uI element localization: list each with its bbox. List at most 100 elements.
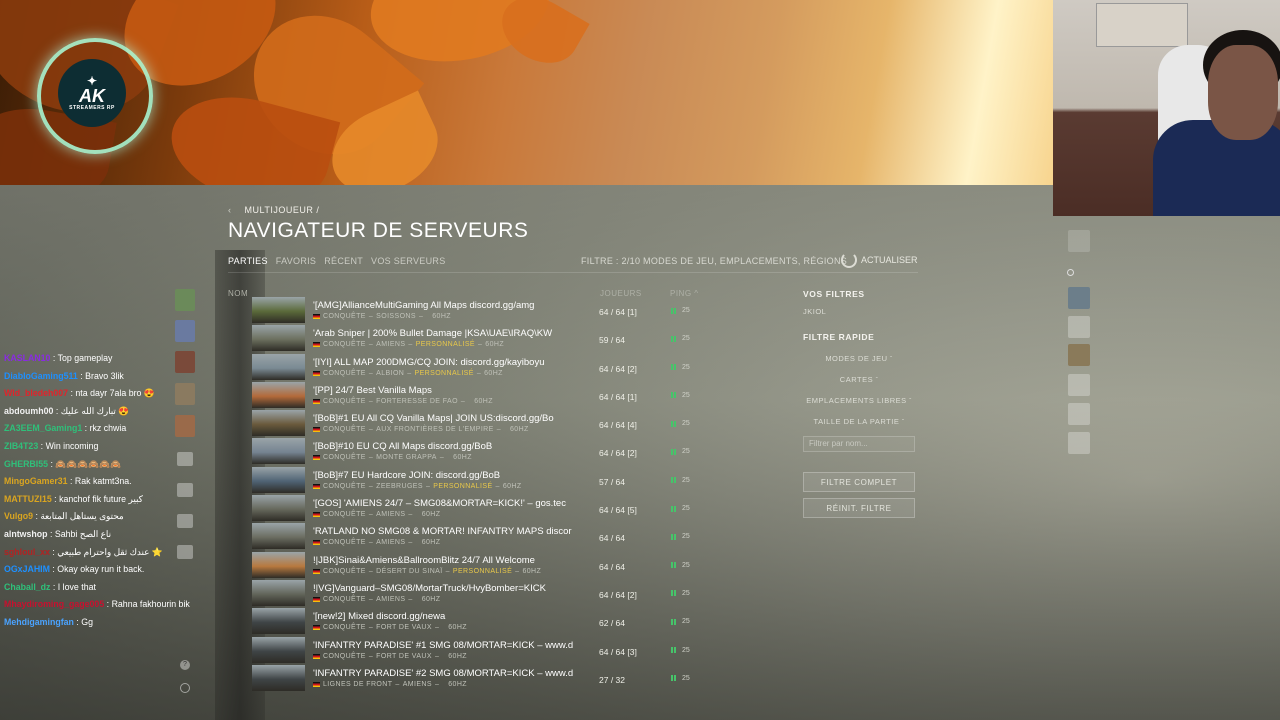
server-row[interactable]: !|JBK]Sinai&Amiens&BallroomBlitz 24/7 Al… <box>252 551 712 580</box>
meta-sep: – <box>368 454 374 462</box>
chat-username[interactable]: MingoGamer31 <box>4 476 68 486</box>
server-row[interactable]: '[BoB]#7 EU Hardcore JOIN: discord.gg/Bo… <box>252 466 712 495</box>
server-players: 64 / 64 <box>599 561 625 572</box>
meta-sep-custom: – <box>495 482 500 490</box>
server-mode: CONQUÊTE <box>323 426 366 434</box>
filter-summary[interactable]: FILTRE : 2/10 MODES DE JEU, EMPLACEMENTS… <box>581 256 847 266</box>
reset-filter-button[interactable]: RÉINIT. FILTRE <box>803 498 915 518</box>
avatar-placeholder-icon[interactable] <box>1068 374 1090 396</box>
power-icon[interactable] <box>180 683 190 693</box>
server-name: 'INFANTRY PARADISE' #2 SMG 08/MORTAR=KIC… <box>313 667 574 679</box>
chat-username[interactable]: Mehdigamingfan <box>4 617 74 627</box>
filter-by-name-input[interactable]: Filtrer par nom... <box>803 436 915 452</box>
server-mode: LIGNES DE FRONT <box>323 680 393 688</box>
server-row[interactable]: 'INFANTRY PARADISE' #2 SMG 08/MORTAR=KIC… <box>252 664 712 693</box>
server-row[interactable]: 'RATLAND NO SMG08 & MORTAR! INFANTRY MAP… <box>252 523 712 551</box>
server-row[interactable]: '[PP] 24/7 Best Vanilla Maps CONQUÊTE – … <box>252 381 712 410</box>
chat-username[interactable]: MATTUZI15 <box>4 494 52 504</box>
chat-message: GHERBI55 : 🙈🙈🙈🙈🙈🙈 <box>4 456 214 474</box>
friend-avatar[interactable] <box>175 320 195 342</box>
avatar-placeholder-icon[interactable] <box>1068 432 1090 454</box>
chat-username[interactable]: OGxJAHIM <box>4 564 50 574</box>
chat-username[interactable]: abdoumh00 <box>4 406 53 416</box>
your-filter-value[interactable]: JKIOL <box>803 307 915 316</box>
server-meta: CONQUÊTE – AMIENS – PERSONNALISÉ – 60HZ <box>313 341 504 348</box>
chat-username[interactable]: Chaball_dz <box>4 582 50 592</box>
chat-username[interactable]: ZA3EEM_Gaming1 <box>4 423 82 433</box>
ping-value: 25 <box>682 307 690 314</box>
server-meta: CONQUÊTE – DÉSERT DU SINAÏ – PERSONNALIS… <box>313 568 541 575</box>
server-row[interactable]: '[new!2] Mixed discord.gg/newa CONQUÊTE … <box>252 608 712 636</box>
server-name: '[BoB]#10 EU CQ All Maps discord.gg/BoB <box>313 441 493 453</box>
avatar-placeholder-icon[interactable] <box>1068 316 1090 338</box>
chat-username[interactable]: sghloul_xx <box>4 547 50 557</box>
server-row[interactable]: 'Arab Sniper | 200% Bullet Damage |KSA\U… <box>252 325 712 353</box>
quick-filter-free-slots[interactable]: EMPLACEMENTS LIBRES ˇ <box>803 396 915 405</box>
server-mode: CONQUÊTE <box>323 539 366 547</box>
server-row[interactable]: '[BoB]#10 EU CQ All Maps discord.gg/BoB … <box>252 438 712 466</box>
ping-value: 25 <box>682 448 690 456</box>
meta-sep: – <box>368 511 374 519</box>
chat-username[interactable]: ZIB4T23 <box>4 441 38 451</box>
chevron-left-icon[interactable]: ‹ <box>228 205 232 215</box>
quick-filter-game-modes[interactable]: MODES DE JEU ˇ <box>803 354 915 363</box>
server-players: 64 / 64 [2] <box>599 363 637 374</box>
server-meta: CONQUÊTE – FORT DE VAUX – 60HZ <box>313 653 467 660</box>
breadcrumb[interactable]: ‹ MULTIJOUEUR / <box>228 205 319 215</box>
channel-logo: ✦ AK STREAMERS RP <box>58 59 126 127</box>
signal-bars-icon <box>670 675 678 682</box>
chat-username[interactable]: Mhaydiroming_gage005 <box>4 599 104 609</box>
friend-avatar[interactable] <box>175 289 195 311</box>
server-row[interactable]: '[GOS] 'AMIENS 24/7 – SMG08&MORTAR=KICK!… <box>252 495 712 523</box>
chat-username[interactable]: alntwshop <box>4 529 48 539</box>
quick-filter-match-size[interactable]: TAILLE DE LA PARTIE ˇ <box>803 417 915 426</box>
tab-favoris[interactable]: FAVORIS <box>276 256 316 266</box>
server-row[interactable]: '[BoB]#1 EU All CQ Vanilla Maps| JOIN US… <box>252 410 712 438</box>
chat-username[interactable]: GHERBI55 <box>4 459 48 469</box>
server-tickrate: 60HZ <box>502 482 522 490</box>
avatar-placeholder-icon[interactable] <box>1068 403 1090 425</box>
quick-filter-maps[interactable]: CARTES ˇ <box>803 375 915 384</box>
player-avatar[interactable] <box>1068 287 1090 309</box>
server-mode: CONQUÊTE <box>323 313 366 320</box>
server-players: 59 / 64 <box>599 335 625 346</box>
chat-username[interactable]: KASLAN10 <box>4 353 50 363</box>
refresh-label: ACTUALISER <box>861 255 918 265</box>
ping-value: 25 <box>682 505 690 513</box>
server-map: AMIENS <box>376 539 406 547</box>
server-map: FORTERESSE DE FAO <box>376 397 458 405</box>
server-row[interactable]: 'INFANTRY PARADISE' #1 SMG 08/MORTAR=KIC… <box>252 636 712 665</box>
help-icon[interactable]: ? <box>180 660 190 670</box>
meta-sep: – <box>368 426 374 434</box>
server-ping: 25 <box>670 647 690 654</box>
server-name: 'INFANTRY PARADISE' #1 SMG 08/MORTAR=KIC… <box>313 639 574 651</box>
column-header-name[interactable]: NOM <box>228 289 248 298</box>
server-row[interactable]: '[IYI] ALL MAP 200DMG/CQ JOIN: discord.g… <box>252 353 712 382</box>
tab-vos-serveurs[interactable]: VOS SERVEURS <box>371 256 445 266</box>
server-meta: CONQUÊTE – FORTERESSE DE FAO – 60HZ <box>313 398 493 405</box>
tab-parties[interactable]: PARTIES <box>228 256 268 266</box>
server-tickrate: 60HZ <box>510 426 529 434</box>
full-filter-button[interactable]: FILTRE COMPLET <box>803 472 915 492</box>
ping-value: 25 <box>682 646 690 654</box>
tab-recent[interactable]: RÉCENT <box>324 256 363 266</box>
chat-text: تبارك الله عليك 😍 <box>60 405 130 416</box>
server-tickrate: 60HZ <box>448 652 467 660</box>
squad-slot-icon[interactable] <box>1068 230 1090 252</box>
player-avatar[interactable] <box>1068 344 1090 366</box>
ping-value: 25 <box>682 589 690 597</box>
chat-username[interactable]: Wld_bledeh007 <box>4 388 68 398</box>
chat-separator: : <box>104 599 112 610</box>
server-mode: CONQUÊTE <box>323 567 366 575</box>
flag-icon <box>313 512 320 518</box>
map-thumbnail <box>252 495 305 522</box>
chevron-down-icon: ˇ <box>901 420 905 426</box>
refresh-button[interactable]: ACTUALISER <box>841 252 918 268</box>
chat-username[interactable]: DiabloGaming511 <box>4 371 78 381</box>
server-mode: CONQUÊTE <box>323 595 366 603</box>
flag-icon <box>313 540 320 546</box>
server-row[interactable]: '[AMG]AllianceMultiGaming All Maps disco… <box>252 297 712 325</box>
server-meta: CONQUÊTE – AMIENS – 60HZ <box>313 511 440 518</box>
server-row[interactable]: !|VG]Vanguard–SMG08/MortarTruck/HvyBombe… <box>252 579 712 608</box>
chat-username[interactable]: Vulgo9 <box>4 511 33 521</box>
